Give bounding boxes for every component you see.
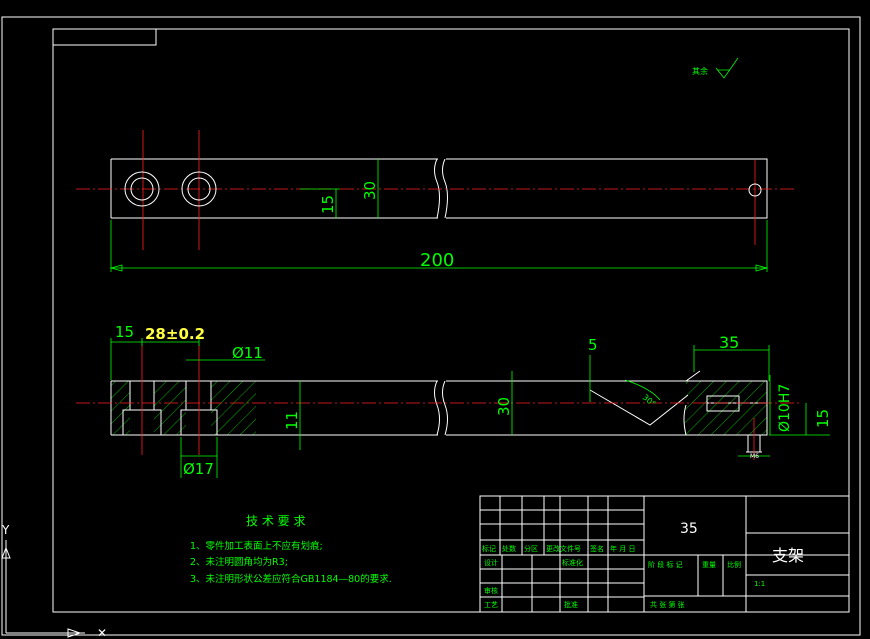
dim-35: 35	[719, 333, 739, 352]
tech-item-3: 3、未注明形状公差应符合GB1184—80的要求.	[190, 573, 392, 585]
dim-30-top: 30	[361, 181, 379, 200]
label-weight: 重量	[702, 561, 716, 569]
label-stage: 阶 段 标 记	[648, 560, 683, 569]
dim-dia-11: Ø11	[232, 344, 263, 362]
label-process: 工艺	[484, 601, 498, 609]
label-change-doc: 更改文件号	[546, 544, 581, 553]
label-standardize: 标准化	[562, 558, 583, 567]
dim-5: 5	[588, 336, 598, 354]
dim-11: 11	[283, 411, 301, 430]
label-mark: 标记	[482, 544, 496, 553]
code-box	[52, 28, 157, 46]
material: 35	[680, 521, 698, 537]
front-view: 15 28±0.2 Ø11 Ø17 11 30 5 30° 35 Ø10H7 1…	[76, 323, 832, 478]
inner-frame	[52, 28, 850, 613]
tech-item-1: 1、零件加工表面上不应有划痕;	[190, 540, 323, 552]
dim-28: 28±0.2	[145, 325, 205, 343]
dim-200: 200	[420, 250, 454, 271]
part-name: 支架	[772, 546, 804, 565]
dim-15-top: 15	[319, 195, 337, 214]
label-scale: 比例	[727, 560, 741, 569]
svg-text:✕: ✕	[97, 626, 107, 639]
ucs-y-label: Y	[1, 523, 10, 537]
label-sign: 签名	[590, 544, 604, 553]
tech-title: 技 术 要 求	[246, 514, 305, 528]
dim-15-right: 15	[814, 409, 832, 428]
ucs-icon: Y ✕	[1, 523, 107, 639]
label-zone: 分区	[524, 544, 538, 553]
label-approve: 批准	[564, 600, 578, 609]
label-design: 设计	[484, 558, 498, 567]
scale: 1:1	[754, 580, 765, 588]
dim-15-front: 15	[115, 323, 134, 341]
dim-dia-10h7: Ø10H7	[777, 384, 793, 432]
label-sheets: 共 张 第 张	[650, 600, 685, 609]
top-view: 200 30 15	[76, 130, 795, 272]
dim-30-front: 30	[495, 397, 513, 416]
dim-m6: M6	[750, 453, 759, 460]
dim-dia-17: Ø17	[183, 460, 214, 478]
roughness-icon	[715, 57, 739, 79]
roughness-label: 其余	[692, 66, 708, 76]
label-date: 年 月 日	[610, 544, 635, 553]
roughness-note: 其余	[692, 57, 739, 79]
label-count: 处数	[502, 544, 516, 553]
label-check: 审核	[484, 586, 498, 595]
tech-item-2: 2、未注明圆角均为R3;	[190, 556, 288, 568]
title-block: 35 支架 1:1 标记 处数 分区 更改文件号 签名 年 月 日 设计 标准化…	[479, 495, 850, 613]
tech-requirements: 技 术 要 求 1、零件加工表面上不应有划痕; 2、未注明圆角均为R3; 3、未…	[190, 514, 392, 585]
cad-drawing: 其余 200 30 15 15 28±0.2 Ø11 Ø17 11 30 5 3…	[1, 16, 861, 639]
